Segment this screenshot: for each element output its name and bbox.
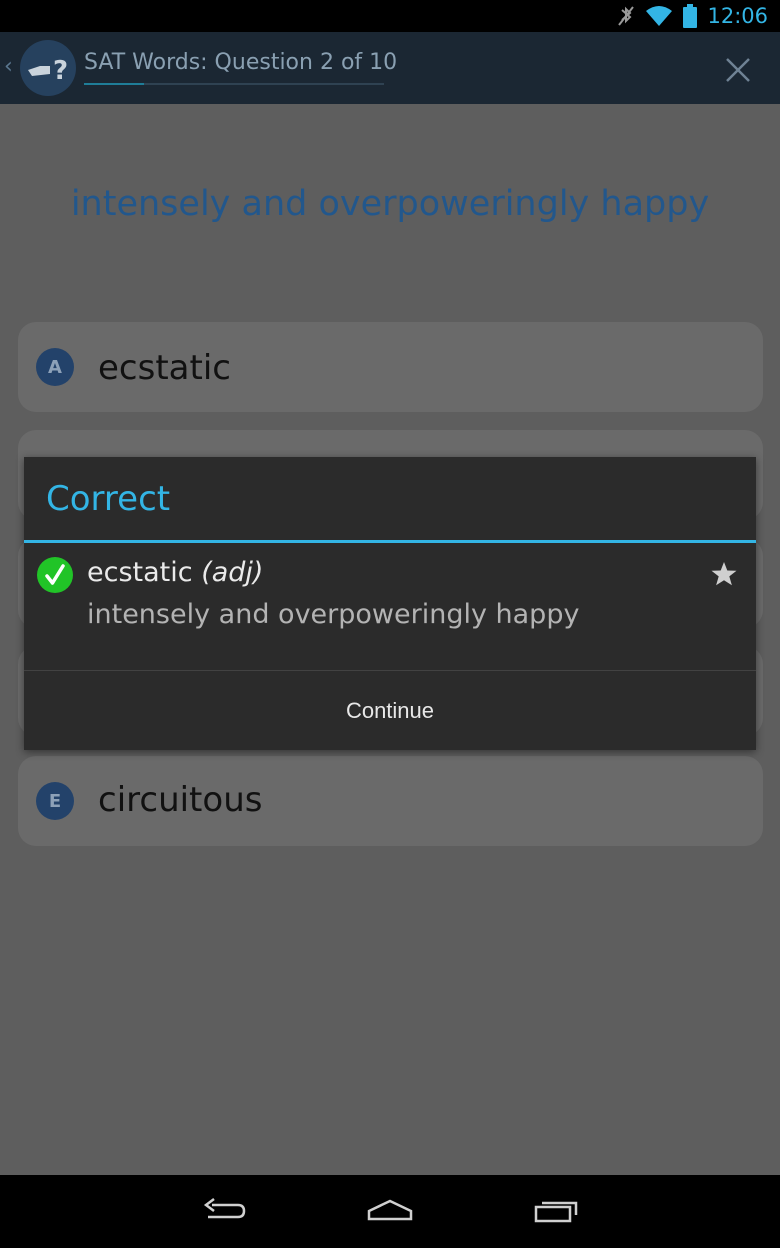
back-caret-icon[interactable]: ‹ bbox=[4, 54, 13, 79]
dialog-title: Correct bbox=[46, 479, 171, 519]
action-bar: ‹ ? SAT Words: Question 2 of 10 bbox=[0, 32, 780, 104]
continue-button[interactable]: Continue bbox=[24, 671, 756, 750]
answer-option-a[interactable]: A ecstatic bbox=[18, 322, 763, 412]
wifi-icon bbox=[646, 6, 673, 26]
word-definition: intensely and overpoweringly happy bbox=[87, 599, 580, 630]
answer-letter-badge: E bbox=[36, 782, 74, 820]
close-icon[interactable] bbox=[724, 56, 752, 84]
bluetooth-muted-icon bbox=[618, 6, 635, 26]
answer-text: ecstatic bbox=[98, 348, 231, 388]
star-icon[interactable] bbox=[710, 560, 738, 588]
home-icon[interactable] bbox=[366, 1195, 414, 1227]
navigation-bar bbox=[0, 1175, 780, 1248]
status-icons: 12:06 bbox=[617, 3, 768, 29]
recents-icon[interactable] bbox=[532, 1195, 580, 1227]
word-text: ecstatic bbox=[87, 557, 193, 588]
app-logo-icon[interactable]: ? bbox=[20, 40, 76, 96]
answer-option-e[interactable]: E circuitous bbox=[18, 756, 763, 846]
part-of-speech: (adj) bbox=[201, 557, 264, 588]
back-icon[interactable] bbox=[200, 1195, 248, 1227]
status-bar: 12:06 bbox=[0, 0, 780, 32]
page-title: SAT Words: Question 2 of 10 bbox=[84, 50, 398, 75]
answer-word: ecstatic (adj) bbox=[87, 557, 263, 588]
status-time: 12:06 bbox=[707, 4, 768, 28]
check-icon bbox=[37, 557, 73, 593]
dialog-divider bbox=[24, 540, 756, 543]
question-prompt: intensely and overpoweringly happy bbox=[70, 184, 710, 224]
result-dialog: Correct ecstatic (adj) intensely and ove… bbox=[24, 457, 756, 750]
battery-icon bbox=[683, 4, 698, 28]
svg-text:?: ? bbox=[53, 56, 68, 86]
progress-fill bbox=[84, 83, 144, 85]
answer-letter-badge: A bbox=[36, 348, 74, 386]
answer-text: circuitous bbox=[98, 780, 263, 820]
